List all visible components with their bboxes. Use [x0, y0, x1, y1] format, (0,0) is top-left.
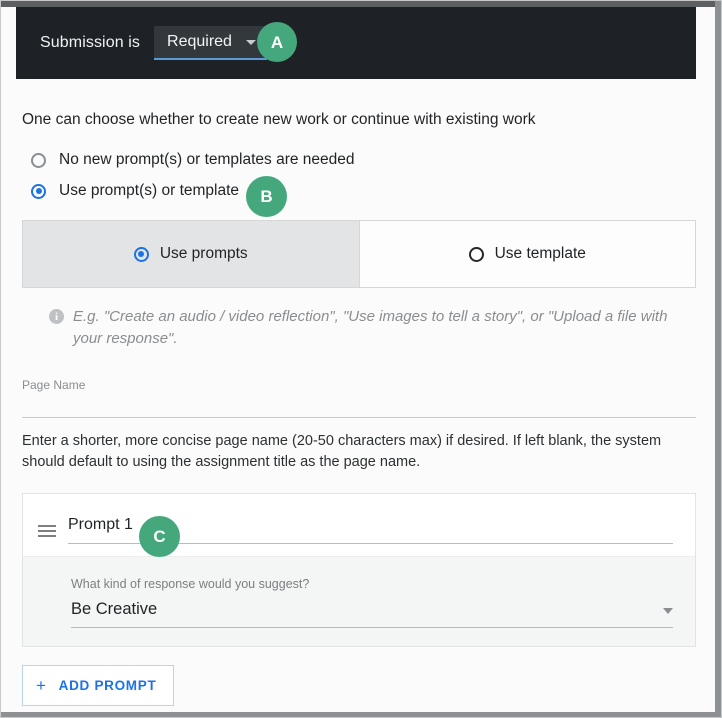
- page-name-label: Page Name: [22, 377, 86, 392]
- chevron-down-icon: [663, 608, 673, 614]
- submission-requirement-select[interactable]: Required: [154, 26, 267, 60]
- page-name-help-text: Enter a shorter, more concise page name …: [22, 432, 662, 471]
- radio-selected-icon: [31, 183, 46, 199]
- info-icon: i: [49, 309, 64, 324]
- prompt-template-segmented-control: Use prompts Use template: [22, 220, 696, 288]
- response-type-label: What kind of response would you suggest?: [71, 577, 310, 591]
- prompt-card: Prompt 1 What kind of response would you…: [22, 493, 696, 647]
- radio-option-no-new-prompts[interactable]: No new prompt(s) or templates are needed: [31, 151, 721, 169]
- radio-circle-icon: [468, 246, 484, 262]
- intro-text: One can choose whether to create new wor…: [22, 111, 536, 128]
- annotation-badge-a: A: [257, 22, 297, 62]
- annotation-badge-c: C: [139, 516, 180, 557]
- prompt-card-header: Prompt 1: [23, 494, 695, 556]
- add-prompt-label: ADD PROMPT: [58, 678, 157, 693]
- submission-label: Submission is: [40, 34, 141, 51]
- page-name-field-block: Page Name Enter a shorter, more concise …: [22, 378, 702, 475]
- submission-header: Submission is Required: [16, 7, 696, 79]
- example-note-text: E.g. "Create an audio / video reflection…: [73, 308, 668, 347]
- chevron-down-icon: [245, 39, 256, 45]
- window-bottom-scrollbar[interactable]: [1, 712, 721, 717]
- segment-use-template[interactable]: Use template: [358, 221, 695, 287]
- app-window: Submission is Required A One can choose …: [0, 0, 722, 718]
- settings-body: One can choose whether to create new wor…: [1, 79, 721, 706]
- segment-label: Use template: [494, 245, 586, 262]
- drag-handle-icon[interactable]: [38, 525, 56, 540]
- radio-option-use-prompts-or-template[interactable]: Use prompt(s) or template: [31, 182, 721, 200]
- segment-use-prompts[interactable]: Use prompts: [23, 221, 359, 287]
- work-choice-radio-group: No new prompt(s) or templates are needed…: [31, 151, 721, 200]
- plus-icon: +: [36, 676, 47, 695]
- example-note: i E.g. "Create an audio / video reflecti…: [49, 306, 674, 350]
- add-prompt-button[interactable]: + ADD PROMPT: [22, 665, 175, 706]
- response-type-select[interactable]: Be Creative: [71, 600, 673, 628]
- submission-requirement-value: Required: [167, 33, 232, 50]
- radio-label: Use prompt(s) or template: [59, 182, 240, 199]
- page-name-input[interactable]: [22, 416, 696, 418]
- annotation-badge-b: B: [246, 176, 287, 217]
- response-type-value: Be Creative: [71, 600, 158, 618]
- radio-selected-icon: [133, 246, 149, 262]
- radio-circle-icon: [31, 152, 46, 168]
- prompt-response-section: What kind of response would you suggest?…: [23, 556, 695, 646]
- radio-label: No new prompt(s) or templates are needed: [59, 151, 355, 168]
- segment-label: Use prompts: [159, 245, 248, 262]
